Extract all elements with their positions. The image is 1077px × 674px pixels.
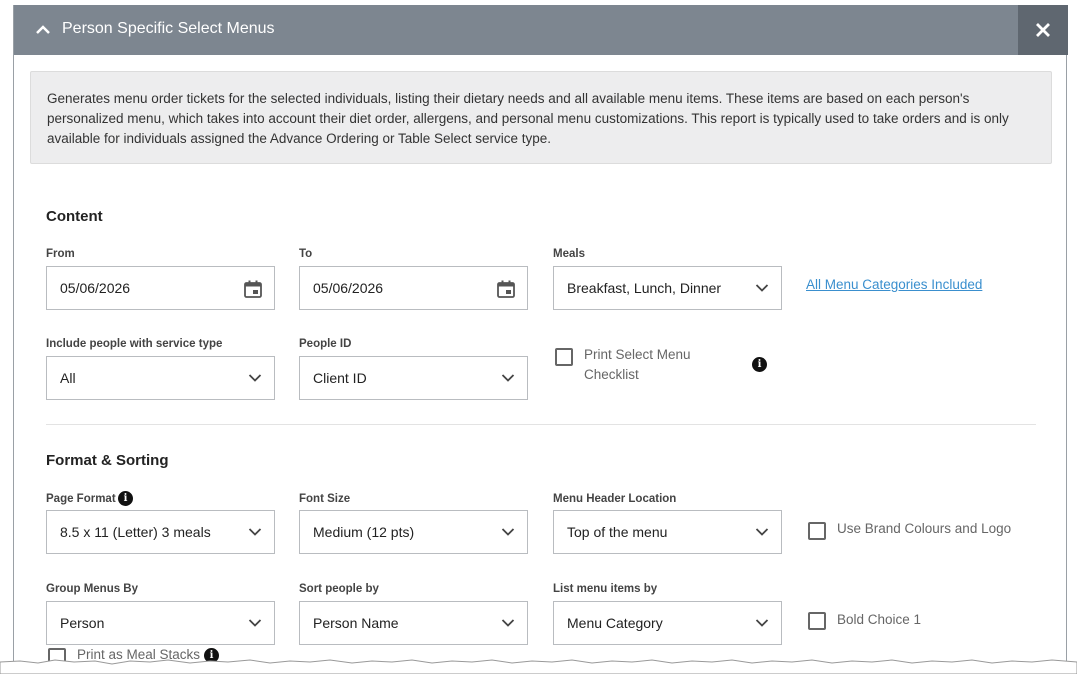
- chevron-down-icon: [501, 374, 515, 382]
- page-format-select[interactable]: 8.5 x 11 (Letter) 3 meals: [46, 510, 275, 554]
- group-by-select[interactable]: Person: [46, 601, 275, 645]
- menu-categories-link[interactable]: All Menu Categories Included: [806, 277, 982, 292]
- page-format-label: Page Format: [46, 493, 116, 505]
- section-format-title: Format & Sorting: [46, 452, 169, 469]
- chevron-up-icon[interactable]: [32, 19, 54, 41]
- chevron-down-icon: [501, 619, 515, 627]
- section-content-title: Content: [46, 208, 103, 225]
- page-format-value: 8.5 x 11 (Letter) 3 meals: [60, 524, 211, 540]
- panel-header[interactable]: Person Specific Select Menus: [14, 5, 1068, 55]
- meals-select[interactable]: Breakfast, Lunch, Dinner: [553, 266, 782, 310]
- group-by-value: Person: [60, 615, 105, 631]
- menu-header-label: Menu Header Location: [553, 493, 677, 505]
- font-size-select[interactable]: Medium (12 pts): [299, 510, 528, 554]
- list-by-value: Menu Category: [567, 615, 663, 631]
- people-id-label: People ID: [299, 338, 352, 350]
- to-date-input[interactable]: 05/06/2026: [299, 266, 528, 310]
- group-by-label: Group Menus By: [46, 583, 139, 595]
- chevron-down-icon: [248, 374, 262, 382]
- close-button[interactable]: [1018, 5, 1068, 55]
- list-by-label: List menu items by: [553, 583, 658, 595]
- service-type-label: Include people with service type: [46, 338, 223, 350]
- to-label: To: [299, 248, 313, 260]
- meals-label: Meals: [553, 248, 585, 260]
- chevron-down-icon: [501, 528, 515, 536]
- to-date-value: 05/06/2026: [313, 280, 384, 296]
- from-label: From: [46, 248, 75, 260]
- service-type-select[interactable]: All: [46, 356, 275, 400]
- menu-header-value: Top of the menu: [567, 524, 668, 540]
- list-by-select[interactable]: Menu Category: [553, 601, 782, 645]
- sort-by-select[interactable]: Person Name: [299, 601, 528, 645]
- close-icon: [1036, 23, 1050, 37]
- chevron-down-icon: [248, 619, 262, 627]
- from-date-input[interactable]: 05/06/2026: [46, 266, 275, 310]
- print-checklist-checkbox[interactable]: [555, 348, 573, 366]
- service-type-value: All: [60, 370, 76, 386]
- chevron-down-icon: [755, 619, 769, 627]
- brand-colours-label[interactable]: Use Brand Colours and Logo: [837, 519, 1011, 539]
- report-description: Generates menu order tickets for the sel…: [30, 71, 1052, 164]
- font-size-label: Font Size: [299, 493, 351, 505]
- section-divider: [46, 424, 1036, 425]
- info-icon[interactable]: i: [118, 491, 133, 506]
- print-checklist-label-line2: Checklist: [584, 367, 639, 382]
- info-icon[interactable]: i: [752, 357, 767, 372]
- bold-choice-checkbox[interactable]: [808, 612, 826, 630]
- brand-colours-checkbox[interactable]: [808, 522, 826, 540]
- report-panel: Person Specific Select Menus Generates m…: [13, 5, 1068, 674]
- people-id-select[interactable]: Client ID: [299, 356, 528, 400]
- from-date-value: 05/06/2026: [60, 280, 131, 296]
- print-checklist-label-line1: Print Select Menu: [584, 347, 691, 362]
- menu-header-select[interactable]: Top of the menu: [553, 510, 782, 554]
- print-checklist-label[interactable]: Print Select Menu Checklist: [584, 345, 691, 385]
- sort-by-value: Person Name: [313, 615, 399, 631]
- meals-value: Breakfast, Lunch, Dinner: [567, 280, 722, 296]
- font-size-value: Medium (12 pts): [313, 524, 415, 540]
- people-id-value: Client ID: [313, 370, 367, 386]
- calendar-icon[interactable]: [243, 279, 263, 299]
- calendar-icon[interactable]: [496, 279, 516, 299]
- bold-choice-label[interactable]: Bold Choice 1: [837, 610, 921, 630]
- chevron-down-icon: [755, 528, 769, 536]
- sort-by-label: Sort people by: [299, 583, 379, 595]
- chevron-down-icon: [755, 284, 769, 292]
- torn-edge: [0, 659, 1077, 674]
- chevron-down-icon: [248, 528, 262, 536]
- panel-title: Person Specific Select Menus: [62, 20, 275, 37]
